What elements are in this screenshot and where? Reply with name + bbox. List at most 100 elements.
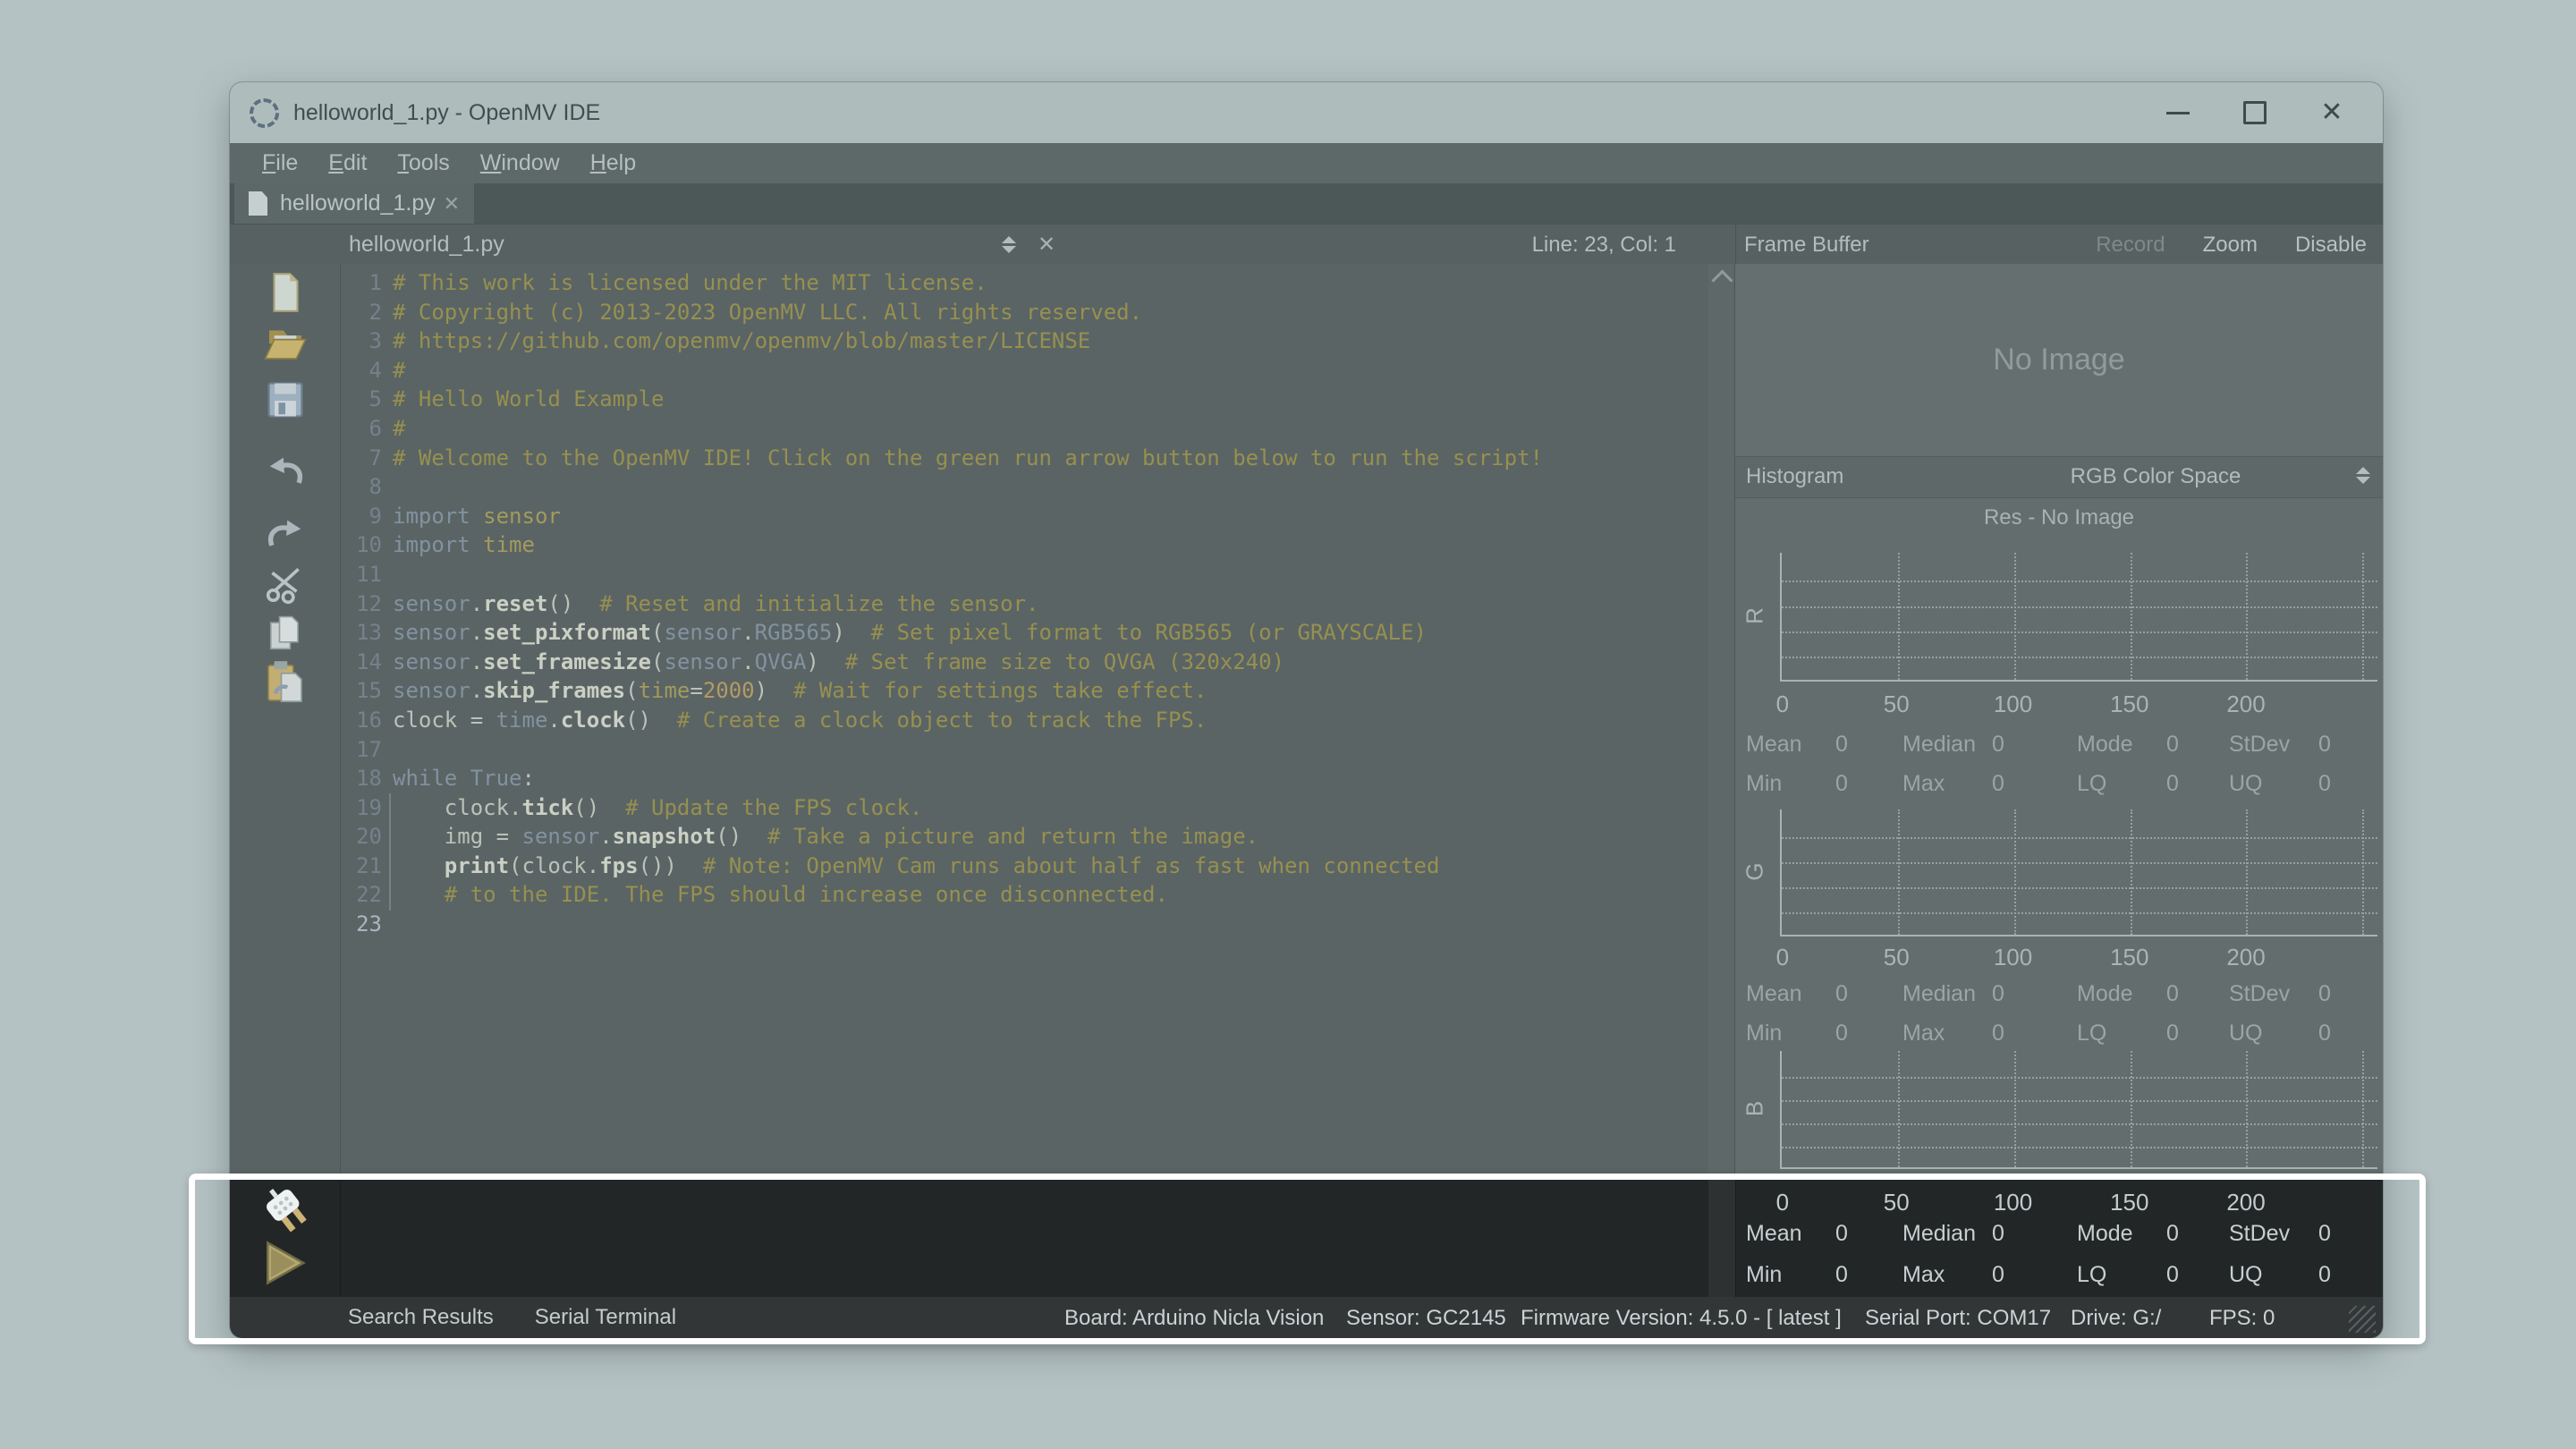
code-line: 23: [341, 910, 1708, 939]
menu-item-tools[interactable]: Tools: [397, 150, 449, 176]
frame-buffer-panel: No Image Histogram RGB Color Space Res -…: [1734, 264, 2383, 1297]
main-area: 1# This work is licensed under the MIT l…: [230, 264, 2383, 1297]
line-number: 3: [341, 326, 393, 356]
open-file-button[interactable]: [230, 318, 340, 368]
channel-label-g: G: [1741, 854, 1769, 890]
stats-row: Mean0Median0Mode0StDev0: [1746, 981, 2377, 1007]
code-line: 17: [341, 735, 1708, 765]
redo-button[interactable]: [230, 511, 340, 561]
line-number: 8: [341, 472, 393, 502]
line-number: 11: [341, 560, 393, 589]
record-button: Record: [2096, 233, 2165, 258]
menu-item-edit[interactable]: Edit: [328, 150, 367, 176]
stat-mode: Mode0: [2077, 981, 2229, 1007]
stat-max: Max0: [1902, 1262, 2077, 1288]
line-text: # Hello World Example: [393, 385, 664, 414]
bottom-tabs: Search Results Serial Terminal: [348, 1297, 676, 1338]
stat-mean: Mean0: [1746, 981, 1902, 1007]
tick-label: 200: [2226, 944, 2265, 971]
stat-stdev: StDev0: [2229, 981, 2377, 1007]
tool-sidebar: [230, 264, 341, 1297]
line-text: sensor.set_framesize(sensor.QVGA) # Set …: [393, 648, 1284, 677]
minimize-button[interactable]: [2140, 82, 2216, 143]
tick-label: 0: [1776, 944, 1789, 971]
tick-label: 0: [1776, 691, 1789, 718]
stat-mean: Mean0: [1746, 732, 1902, 758]
tick-label: 100: [1994, 691, 2032, 718]
save-file-button[interactable]: [230, 375, 340, 425]
code-line: 22 # to the IDE. The FPS should increase…: [341, 880, 1708, 910]
bottom-tab-search-results[interactable]: Search Results: [348, 1305, 494, 1330]
stats-row: Mean0Median0Mode0StDev0: [1746, 732, 2377, 758]
maximize-button[interactable]: [2216, 82, 2293, 143]
line-number: 21: [341, 852, 393, 881]
redo-icon: [262, 513, 309, 559]
line-text: # Copyright (c) 2013-2023 OpenMV LLC. Al…: [393, 298, 1142, 327]
disable-button[interactable]: Disable: [2295, 233, 2367, 258]
stat-median: Median0: [1902, 1221, 2077, 1247]
status-sensor: Sensor: GC2145: [1346, 1306, 1506, 1331]
resize-grip[interactable]: [2349, 1306, 2376, 1333]
editor-toolbar: helloworld_1.py ✕ Line: 23, Col: 1 Frame…: [230, 224, 2383, 265]
title-bar[interactable]: helloworld_1.py - OpenMV IDE ✕: [230, 82, 2383, 143]
connect-button[interactable]: [258, 1181, 313, 1236]
document-icon: [249, 191, 267, 216]
tick-label: 0: [1776, 1189, 1789, 1216]
tick-label: 150: [2110, 944, 2148, 971]
window-title: helloworld_1.py - OpenMV IDE: [293, 100, 600, 126]
stat-mode: Mode0: [2077, 732, 2229, 758]
editor-scrollbar[interactable]: [1708, 264, 1735, 1297]
code-line: 15sensor.skip_frames(time=2000) # Wait f…: [341, 676, 1708, 706]
run-script-button[interactable]: [258, 1236, 313, 1292]
tab-close-icon[interactable]: ✕: [444, 192, 460, 216]
color-space-select[interactable]: RGB Color Space: [2021, 464, 2290, 489]
menu-item-window[interactable]: Window: [480, 150, 560, 176]
paste-button[interactable]: [230, 658, 340, 708]
cut-button[interactable]: [230, 559, 340, 609]
stat-stdev: StDev0: [2229, 1221, 2377, 1247]
color-space-updown-icon[interactable]: [2356, 467, 2370, 484]
tick-label: 100: [1994, 1189, 2032, 1216]
frame-buffer-actions: Record Zoom Disable: [2096, 233, 2367, 258]
tab-helloworld[interactable]: helloworld_1.py ✕: [234, 183, 474, 224]
scroll-up-icon[interactable]: [1711, 269, 1733, 291]
line-number: 1: [341, 268, 393, 298]
line-number: 19: [341, 793, 393, 823]
tick-label: 50: [1884, 691, 1910, 718]
line-number: 7: [341, 444, 393, 473]
code-line: 19 clock.tick() # Update the FPS clock.: [341, 793, 1708, 823]
scrollbar-track-dark[interactable]: [1708, 1174, 1735, 1297]
menu-item-file[interactable]: File: [262, 150, 298, 176]
histogram-title: Histogram: [1746, 464, 1843, 489]
menu-bar: File Edit Tools Window Help: [230, 143, 2383, 183]
line-number: 23: [341, 910, 393, 939]
line-text: sensor.set_pixformat(sensor.RGB565) # Se…: [393, 618, 1427, 648]
selector-updown-icon[interactable]: [1002, 236, 1016, 253]
tab-label: helloworld_1.py: [280, 191, 436, 216]
zoom-button[interactable]: Zoom: [2203, 233, 2258, 258]
document-selector[interactable]: helloworld_1.py: [349, 232, 504, 258]
line-number: 5: [341, 385, 393, 414]
line-number: 4: [341, 356, 393, 386]
stat-median: Median0: [1902, 981, 2077, 1007]
code-line: 20 img = sensor.snapshot() # Take a pict…: [341, 822, 1708, 852]
copy-button[interactable]: [230, 608, 340, 658]
code-line: 1# This work is licensed under the MIT l…: [341, 268, 1708, 298]
window-controls: ✕: [2140, 82, 2370, 143]
undo-button[interactable]: [230, 448, 340, 498]
line-number: 16: [341, 706, 393, 735]
histogram-section-r: R050100150200Mean0Median0Mode0StDev0Min0…: [1735, 537, 2383, 796]
bottom-tab-serial-terminal[interactable]: Serial Terminal: [535, 1305, 676, 1330]
new-file-button[interactable]: [230, 267, 340, 318]
status-board: Board: Arduino Nicla Vision: [1064, 1306, 1324, 1331]
cut-scissors-icon: [263, 562, 308, 606]
code-editor[interactable]: 1# This work is licensed under the MIT l…: [341, 264, 1735, 1297]
selector-close-icon[interactable]: ✕: [1038, 232, 1055, 258]
close-button[interactable]: ✕: [2293, 82, 2370, 143]
stat-uq: UQ0: [2229, 1262, 2377, 1288]
menu-item-help[interactable]: Help: [590, 150, 636, 176]
undo-icon: [262, 450, 309, 496]
histogram-header: Histogram RGB Color Space: [1735, 456, 2383, 498]
code-line: 4#: [341, 356, 1708, 386]
line-text: clock.tick() # Update the FPS clock.: [393, 793, 922, 823]
